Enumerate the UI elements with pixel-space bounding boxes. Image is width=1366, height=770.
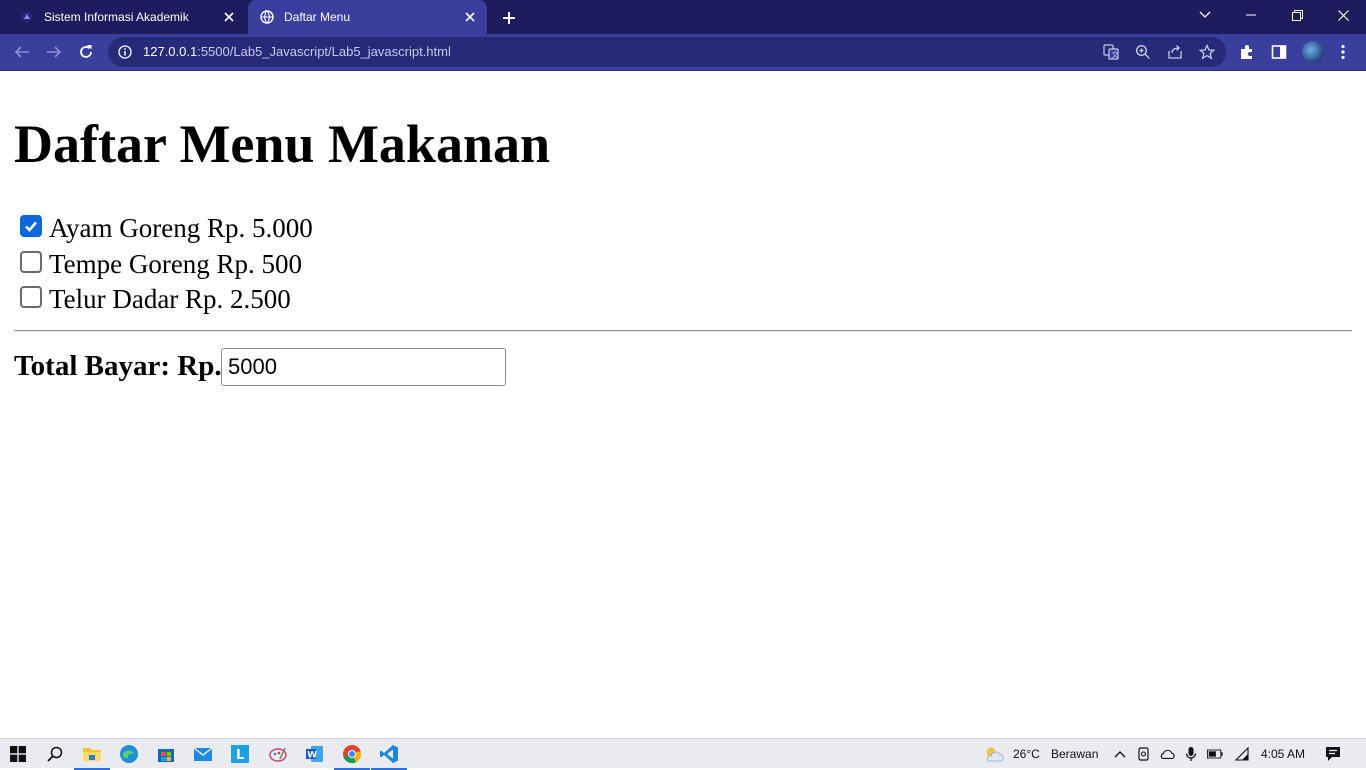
checkbox-telur-dadar[interactable] [20,286,42,308]
reload-icon[interactable] [75,41,97,63]
tab-title: Sistem Informasi Akademik [44,10,189,24]
store-icon[interactable] [154,742,178,766]
tab-search-chevron-down-icon[interactable] [1182,0,1228,30]
notification-center-icon[interactable] [1325,746,1341,762]
total-bayar-input[interactable] [221,348,506,386]
chrome-icon[interactable] [334,742,370,770]
share-icon[interactable] [1167,44,1183,60]
url-path: :5500/Lab5_Javascript/Lab5_javascript.ht… [197,44,451,59]
side-panel-icon[interactable] [1270,43,1288,61]
address-bar[interactable]: 127.0.0.1:5500/Lab5_Javascript/Lab5_java… [108,37,1226,67]
back-arrow-icon[interactable] [11,41,33,63]
kebab-menu-icon[interactable] [1334,43,1352,61]
page-content: Daftar Menu Makanan Ayam Goreng Rp. 5.00… [0,71,1366,738]
bookmark-star-icon[interactable] [1199,44,1215,60]
tab-daftar-menu[interactable]: Daftar Menu [248,0,487,34]
chevron-up-icon[interactable] [1112,746,1128,762]
divider [14,330,1352,332]
url-text: 127.0.0.1:5500/Lab5_Javascript/Lab5_java… [143,37,451,67]
new-tab-icon[interactable] [499,8,519,28]
file-explorer-icon[interactable] [74,742,110,770]
svg-text:文: 文 [1112,50,1119,59]
site-info-icon[interactable] [118,45,132,59]
browser-toolbar: 127.0.0.1:5500/Lab5_Javascript/Lab5_java… [0,34,1366,71]
search-icon[interactable] [43,742,67,766]
meet-now-icon[interactable] [1136,746,1152,762]
close-window-icon[interactable] [1320,0,1366,30]
tab-title: Daftar Menu [284,10,351,24]
globe-icon [260,10,274,24]
campus-logo-icon [20,10,34,24]
clock-time[interactable]: 4:05 AM [1261,739,1305,769]
extensions-puzzle-icon[interactable] [1238,43,1256,61]
microphone-icon[interactable] [1183,746,1199,762]
menu-item-ayam-goreng[interactable]: Ayam Goreng Rp. 5.000 [20,212,313,244]
close-tab-icon[interactable] [222,10,236,24]
total-label: Total Bayar: Rp. [14,350,222,382]
checkbox-tempe-goreng[interactable] [20,251,42,273]
close-tab-icon[interactable] [463,10,477,24]
lexicon-l-icon[interactable]: L [228,742,252,766]
edge-icon[interactable] [117,742,141,766]
svg-text:W: W [307,751,317,761]
menu-item-label: Tempe Goreng Rp. 500 [49,248,303,279]
mail-icon[interactable] [191,742,215,766]
tab-sistem-informasi-akademik[interactable]: Sistem Informasi Akademik [0,0,246,34]
checkbox-ayam-goreng[interactable] [20,215,42,237]
weather-condition: Berawan [1051,747,1099,761]
menu-item-tempe-goreng[interactable]: Tempe Goreng Rp. 500 [20,248,302,280]
url-host: 127.0.0.1 [143,44,198,59]
forward-arrow-icon[interactable] [43,41,65,63]
battery-icon[interactable] [1207,746,1223,762]
svg-text:L: L [236,748,244,763]
page-title: Daftar Menu Makanan [14,114,551,174]
word-icon[interactable]: W [303,742,327,766]
minimize-icon[interactable] [1228,0,1274,30]
menu-item-label: Telur Dadar Rp. 2.500 [49,283,291,314]
browser-tab-strip: Sistem Informasi Akademik Daftar Menu [0,0,1366,34]
weather-temperature: 26°C [1013,747,1040,761]
menu-item-telur-dadar[interactable]: Telur Dadar Rp. 2.500 [20,283,291,315]
weather-cloud-icon[interactable] [983,746,1005,762]
onedrive-cloud-icon[interactable] [1159,746,1175,762]
wifi-icon[interactable] [1233,746,1249,762]
translate-icon[interactable]: 文 [1103,44,1119,60]
profile-avatar[interactable] [1302,41,1324,63]
zoom-icon[interactable] [1135,44,1151,60]
menu-item-label: Ayam Goreng Rp. 5.000 [49,212,313,243]
start-icon[interactable] [6,742,30,766]
windows-taskbar: L W 26°C Berawan 4:05 AM [0,738,1366,770]
paint-icon[interactable] [266,742,290,766]
restore-icon[interactable] [1274,0,1320,30]
vscode-icon[interactable] [371,742,407,770]
